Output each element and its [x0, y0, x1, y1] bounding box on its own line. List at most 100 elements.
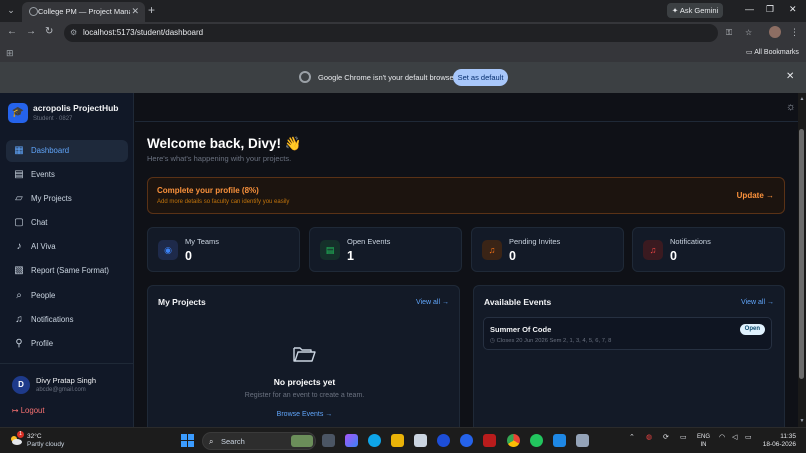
- projects-view-all-link[interactable]: View all →: [416, 298, 449, 308]
- event-card[interactable]: Summer Of Code ◷ Closes 20 Jun 2026 Sem …: [483, 317, 772, 350]
- sidebar-item-chat[interactable]: ▢ Chat: [6, 212, 128, 234]
- main-topbar: ☼: [135, 93, 798, 122]
- scroll-up-icon[interactable]: ▲: [798, 95, 806, 103]
- event-meta-text: Closes 20 Jun 2026 Sem 2, 1, 3, 4, 5, 6,…: [496, 338, 612, 344]
- sidebar-item-my-projects[interactable]: ▱ My Projects: [6, 188, 128, 210]
- panel-title: My Projects: [158, 297, 206, 307]
- tray-app-icon[interactable]: ⟳: [663, 433, 669, 443]
- scroll-thumb[interactable]: [799, 129, 804, 379]
- battery-icon[interactable]: ▭: [745, 433, 752, 443]
- stat-card-pending-invites[interactable]: ♫ Pending Invites 0: [471, 227, 624, 272]
- omnibox[interactable]: ⚙ localhost:5173/student/dashboard ⚿ ☆: [64, 24, 752, 42]
- profile-completion-card: Complete your profile (8%) Add more deta…: [147, 177, 785, 214]
- sidebar-item-profile[interactable]: ⚲ Profile: [6, 333, 128, 355]
- chrome-icon[interactable]: [507, 434, 520, 447]
- incognito-key-icon[interactable]: ⚿: [726, 27, 732, 39]
- snipping-tool-icon[interactable]: [576, 434, 589, 447]
- browser-tab[interactable]: College PM — Project Manage ✕: [22, 2, 145, 22]
- minimize-icon[interactable]: —: [745, 3, 754, 15]
- store-icon[interactable]: [414, 434, 427, 447]
- weather-alert-badge: 1: [17, 431, 24, 438]
- profile-completion-desc: Add more details so faculty can identify…: [157, 199, 290, 205]
- infobar-close-icon[interactable]: ✕: [786, 71, 794, 83]
- sidebar-item-report[interactable]: ▧ Report (Same Format): [6, 260, 128, 282]
- sidebar-item-people[interactable]: ⌕ People: [6, 285, 128, 307]
- restore-icon[interactable]: ❐: [766, 3, 774, 15]
- tab-search-icon[interactable]: ⌄: [4, 3, 18, 17]
- profile-avatar[interactable]: [769, 26, 781, 38]
- sidebar-item-label: Chat: [31, 218, 48, 227]
- bell-icon: ♫: [15, 314, 23, 325]
- report-icon: ▧: [14, 265, 24, 276]
- user-email: abcde@gmail.com: [36, 387, 86, 393]
- windows-taskbar: 1 32°C Partly cloudy ⌕ Search ⌃ ◍ ⟳ ▭ EN…: [0, 427, 806, 453]
- mic-icon: ♪: [16, 241, 22, 252]
- screen: ⌄ College PM — Project Manage ✕ + ✦ Ask …: [0, 0, 806, 453]
- avatar[interactable]: D: [12, 376, 30, 394]
- apps-grid-icon[interactable]: ⊞: [6, 47, 14, 59]
- edge-icon[interactable]: [368, 434, 381, 447]
- tray-antivirus-icon[interactable]: ◍: [646, 433, 652, 443]
- site-info-icon[interactable]: ⚙: [70, 27, 77, 39]
- theme-toggle-sun-icon[interactable]: ☼: [786, 100, 796, 114]
- new-tab-icon[interactable]: +: [148, 3, 155, 17]
- bookmarks-bar: ⊞ ▭ All Bookmarks: [0, 44, 806, 62]
- sidebar-item-label: Dashboard: [31, 146, 70, 155]
- language-indicator[interactable]: ENG IN: [697, 433, 710, 449]
- volume-icon[interactable]: ◁: [732, 433, 737, 443]
- hp-icon[interactable]: [437, 434, 450, 447]
- reload-icon[interactable]: ↻: [45, 26, 53, 38]
- scroll-down-icon[interactable]: ▼: [798, 417, 806, 425]
- sidebar-item-ai-viva[interactable]: ♪ AI Viva: [6, 236, 128, 258]
- stat-value: 1: [347, 249, 354, 263]
- scrollbar[interactable]: ▲ ▼: [798, 93, 806, 427]
- set-default-button[interactable]: Set as default: [453, 69, 508, 86]
- events-view-all-link[interactable]: View all →: [741, 298, 774, 308]
- forward-icon[interactable]: →: [26, 26, 36, 38]
- sidebar-item-notifications[interactable]: ♫ Notifications: [6, 309, 128, 331]
- tray-overflow-icon[interactable]: ⌃: [629, 433, 635, 443]
- chrome-menu-icon[interactable]: ⋮: [790, 26, 799, 38]
- whatsapp-icon[interactable]: [530, 434, 543, 447]
- back-icon[interactable]: ←: [7, 26, 17, 38]
- search-highlight-icon: [291, 435, 313, 447]
- help-icon[interactable]: [460, 434, 473, 447]
- stat-card-notifications[interactable]: ♫ Notifications 0: [632, 227, 785, 272]
- sidebar-item-label: People: [31, 291, 56, 300]
- task-view-icon[interactable]: [322, 434, 335, 447]
- tab-close-icon[interactable]: ✕: [131, 5, 139, 17]
- address-bar-row: ← → ↻ ⚙ localhost:5173/student/dashboard…: [0, 22, 806, 44]
- url-text[interactable]: localhost:5173/student/dashboard: [83, 27, 203, 39]
- sidebar-item-dashboard[interactable]: ▦ Dashboard: [6, 140, 128, 162]
- stat-label: Notifications: [670, 237, 711, 246]
- stat-value: 0: [185, 249, 192, 263]
- infobar-text: Google Chrome isn't your default browser: [318, 73, 457, 82]
- tray-keyboard-icon[interactable]: ▭: [680, 433, 687, 443]
- chat-icon: ▢: [14, 217, 24, 228]
- mcafee-icon[interactable]: [483, 434, 496, 447]
- all-bookmarks-button[interactable]: ▭ All Bookmarks: [746, 47, 799, 59]
- stat-card-my-teams[interactable]: ◉ My Teams 0: [147, 227, 300, 272]
- copilot-icon[interactable]: [345, 434, 358, 447]
- stat-card-open-events[interactable]: ▤ Open Events 1: [309, 227, 462, 272]
- sidebar-item-label: My Projects: [31, 194, 72, 203]
- ask-gemini-button[interactable]: ✦ Ask Gemini: [667, 3, 723, 18]
- bookmark-star-icon[interactable]: ☆: [745, 27, 752, 39]
- window-close-icon[interactable]: ✕: [789, 3, 797, 15]
- available-events-panel: Available Events View all → Summer Of Co…: [473, 285, 785, 427]
- clock[interactable]: 11:35 18-06-2026: [762, 433, 796, 449]
- wifi-icon[interactable]: ◠: [719, 433, 725, 443]
- weather-desc: Partly cloudy: [27, 441, 65, 448]
- language-code: ENG: [697, 434, 711, 440]
- stat-label: Open Events: [347, 237, 391, 246]
- sidebar-item-events[interactable]: ▤ Events: [6, 164, 128, 186]
- vscode-icon[interactable]: [553, 434, 566, 447]
- bell-icon: ♫: [643, 240, 663, 260]
- browse-events-link[interactable]: Browse Events →: [148, 410, 461, 420]
- logout-button[interactable]: ↦ Logout: [12, 406, 45, 416]
- file-explorer-icon[interactable]: [391, 434, 404, 447]
- update-profile-link[interactable]: Update →: [737, 191, 774, 201]
- browser-tab-strip: ⌄ College PM — Project Manage ✕ + ✦ Ask …: [0, 0, 806, 22]
- taskbar-search[interactable]: ⌕ Search: [202, 432, 316, 450]
- windows-start-icon[interactable]: [181, 434, 194, 447]
